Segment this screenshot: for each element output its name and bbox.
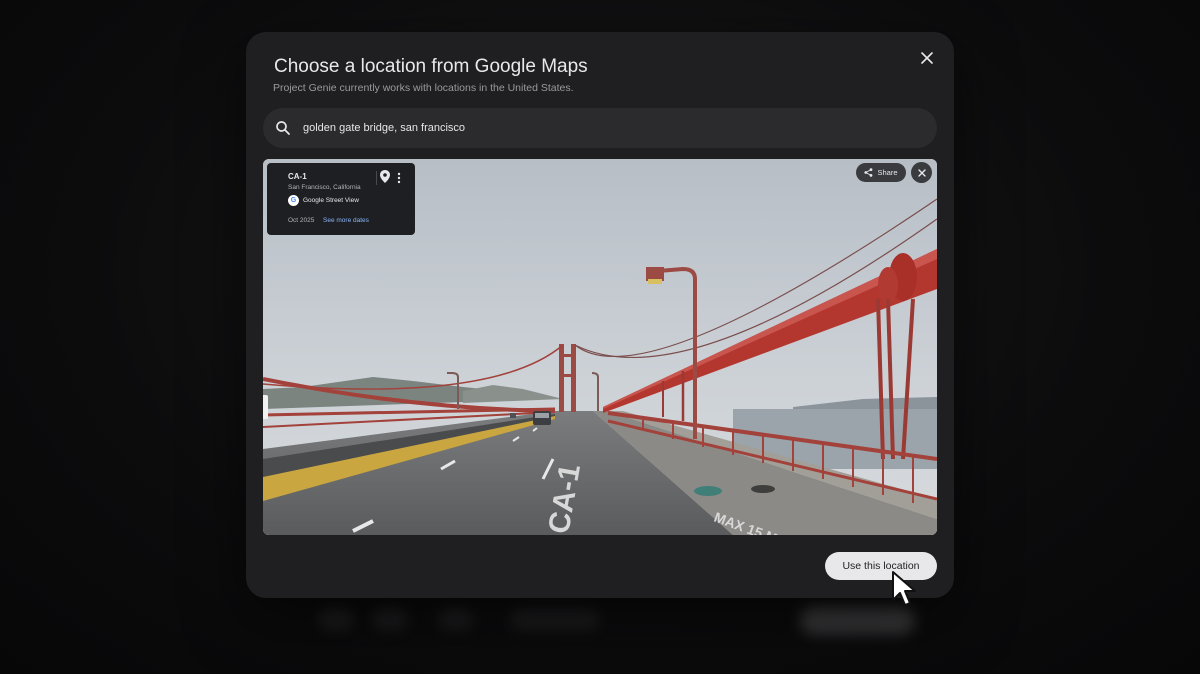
street-view-badge: G Google Street View <box>288 195 359 206</box>
map-pin-icon[interactable] <box>380 170 390 188</box>
share-button[interactable]: Share <box>856 163 906 182</box>
google-logo-icon: G <box>288 195 299 206</box>
close-icon <box>921 52 933 64</box>
mouse-pointer-icon <box>892 571 916 606</box>
search-input[interactable] <box>301 121 905 135</box>
see-more-dates-link[interactable]: See more dates <box>323 217 369 224</box>
capture-date: Oct 2025 <box>288 217 315 224</box>
search-bar[interactable] <box>263 108 937 148</box>
provider-label: Google Street View <box>303 197 359 204</box>
background-blur <box>372 608 408 630</box>
background-blur <box>318 608 354 630</box>
dialog-title: Choose a location from Google Maps <box>274 56 588 77</box>
street-view-panorama[interactable]: CA-1 MAX 15 MPH CA-1 San Francisco, Cali… <box>263 159 937 535</box>
close-button[interactable] <box>916 47 938 69</box>
divider <box>376 171 377 185</box>
place-name: San Francisco, California <box>288 184 361 191</box>
more-options-icon[interactable] <box>397 171 401 189</box>
road-name: CA-1 <box>288 172 307 181</box>
location-info-card: CA-1 San Francisco, California G Google … <box>267 163 415 235</box>
background-blur <box>800 606 915 634</box>
dialog-subtitle: Project Genie currently works with locat… <box>273 82 574 94</box>
background-blur <box>510 608 600 630</box>
pan-left-handle[interactable] <box>263 395 268 419</box>
close-icon <box>917 168 926 177</box>
search-icon <box>275 119 293 137</box>
share-icon <box>864 168 873 177</box>
location-picker-dialog: Choose a location from Google Maps Proje… <box>246 32 954 598</box>
use-this-location-button[interactable]: Use this location <box>825 552 937 580</box>
background-blur <box>438 608 474 630</box>
share-label: Share <box>877 168 898 177</box>
close-street-view-button[interactable] <box>911 162 932 183</box>
